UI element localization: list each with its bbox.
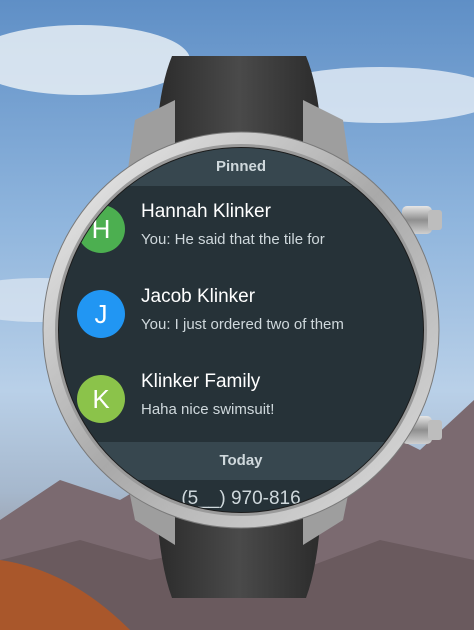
conversation-jacob-klinker[interactable]: J Jacob Klinker You: I just ordered two … (59, 271, 423, 356)
conversation-hannah-klinker[interactable]: H Hannah Klinker You: He said that the t… (59, 186, 423, 271)
conversation-preview: You: He said that the tile for (141, 231, 325, 248)
avatar: H (77, 205, 125, 253)
avatar: J (77, 290, 125, 338)
partial-conversation-item[interactable]: (5__) 970-816 (59, 488, 423, 510)
pinned-section-header: Pinned (59, 148, 423, 186)
conversation-name: Jacob Klinker (141, 286, 256, 307)
conversation-preview: You: I just ordered two of them (141, 316, 344, 333)
conversation-klinker-family[interactable]: K Klinker Family Haha nice swimsuit! (59, 356, 423, 441)
conversation-name: Hannah Klinker (141, 201, 271, 222)
conversation-preview: Haha nice swimsuit! (141, 401, 275, 418)
today-section-header: Today (59, 442, 423, 480)
conversation-name: Klinker Family (141, 371, 261, 392)
watch-screen: Pinned H Hannah Klinker You: He said tha… (59, 148, 423, 512)
watch-scene: Pinned H Hannah Klinker You: He said tha… (0, 0, 474, 630)
avatar: K (77, 375, 125, 423)
